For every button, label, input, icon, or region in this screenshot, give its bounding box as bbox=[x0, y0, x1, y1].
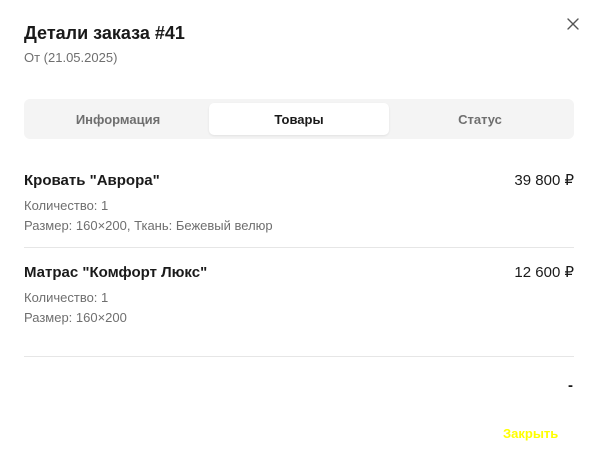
divider bbox=[24, 247, 574, 248]
item-quantity: Количество: 1 bbox=[24, 290, 109, 305]
order-details-dialog: Детали заказа #41 От (21.05.2025) Информ… bbox=[0, 0, 597, 466]
item-name: Матрас "Комфорт Люкс" bbox=[24, 264, 208, 281]
list-item: Кровать "Аврора" 39 800 ₽ Количество: 1 … bbox=[24, 172, 574, 236]
item-quantity: Количество: 1 bbox=[24, 198, 109, 213]
item-price: 39 800 ₽ bbox=[514, 172, 574, 189]
item-attributes: Размер: 160×200 bbox=[24, 310, 127, 325]
tab-information[interactable]: Информация bbox=[28, 103, 208, 135]
tab-products[interactable]: Товары bbox=[209, 103, 389, 135]
divider bbox=[24, 356, 574, 357]
item-price: 12 600 ₽ bbox=[514, 264, 574, 281]
list-item: Матрас "Комфорт Люкс" 12 600 ₽ Количеств… bbox=[24, 264, 574, 328]
order-total-value: - bbox=[568, 377, 573, 394]
item-name: Кровать "Аврора" bbox=[24, 172, 160, 189]
item-attributes: Размер: 160×200, Ткань: Бежевый велюр bbox=[24, 218, 273, 233]
order-date: От (21.05.2025) bbox=[24, 50, 118, 65]
close-button[interactable] bbox=[562, 13, 584, 35]
tab-status[interactable]: Статус bbox=[390, 103, 570, 135]
footer-close-button[interactable]: Закрыть bbox=[503, 426, 558, 442]
tab-bar: Информация Товары Статус bbox=[24, 99, 574, 139]
close-icon bbox=[567, 18, 579, 30]
dialog-title: Детали заказа #41 bbox=[24, 23, 185, 43]
